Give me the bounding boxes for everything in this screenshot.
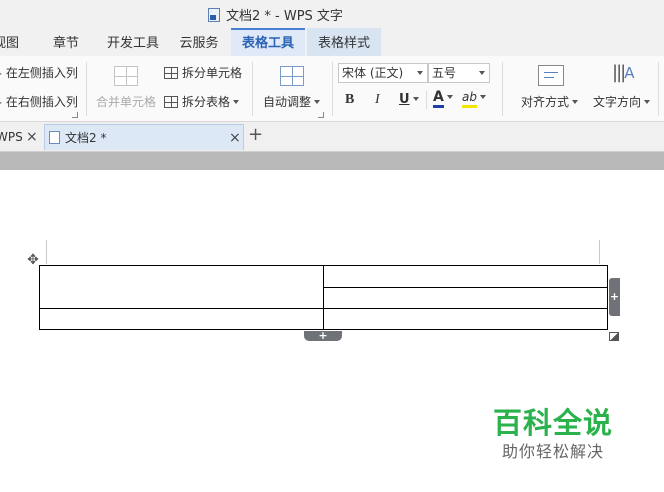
highlight-button[interactable]: ab: [462, 90, 486, 108]
separator: [502, 62, 503, 116]
tab-developer-tools[interactable]: 开发工具: [104, 28, 162, 56]
insert-left-column-label: 在左侧插入列: [5, 66, 78, 80]
chevron-down-icon: [479, 95, 486, 99]
insert-column-icon: ▸: [0, 66, 2, 80]
separator: [658, 62, 659, 116]
underline-glyph: U: [399, 92, 410, 107]
text-direction-glyph: A: [624, 64, 635, 82]
ruler-area: [0, 152, 664, 170]
bold-button[interactable]: B: [345, 92, 354, 108]
highlight-icon: ab: [462, 90, 477, 108]
close-icon[interactable]: ×: [26, 124, 38, 150]
document-tab-bar: WPS × 文档2 * × +: [0, 122, 664, 152]
separator: [332, 62, 333, 116]
new-tab-button[interactable]: +: [248, 122, 264, 148]
text-direction-icon: |||A: [612, 62, 635, 83]
close-icon[interactable]: ×: [229, 125, 241, 151]
italic-button[interactable]: I: [375, 92, 380, 108]
merge-cells-icon: [114, 66, 138, 86]
align-label: 对齐方式: [521, 95, 570, 109]
font-name-value: 宋体 (正文): [342, 66, 404, 80]
table-split-divider: [323, 287, 608, 288]
split-cells-icon: [164, 67, 178, 79]
chevron-down-icon: [479, 71, 485, 75]
split-cells-label: 拆分单元格: [182, 66, 243, 80]
tab-cloud-service[interactable]: 云服务: [176, 28, 222, 56]
watermark-title: 百科全说: [493, 406, 614, 440]
separator: [86, 62, 87, 116]
font-size-value: 五号: [432, 66, 457, 80]
font-size-select[interactable]: 五号: [428, 63, 490, 83]
document-tab-active[interactable]: 文档2 * ×: [44, 124, 244, 150]
underline-button[interactable]: U: [399, 92, 419, 107]
insert-column-icon: ▸: [0, 95, 2, 109]
table-border-right: [607, 265, 608, 330]
align-icon: [538, 65, 564, 86]
menu-bar: 视图 章节 开发工具 云服务 表格工具 表格样式: [0, 28, 664, 56]
insert-left-column-button[interactable]: ▸ 在左侧插入列: [0, 64, 78, 81]
text-direction-label: 文字方向: [593, 95, 642, 109]
chevron-down-icon: [417, 71, 423, 75]
tab-table-tools[interactable]: 表格工具: [231, 28, 305, 56]
tab-table-style[interactable]: 表格样式: [307, 28, 381, 56]
split-cells-button[interactable]: 拆分单元格: [164, 64, 242, 81]
auto-fit-label: 自动调整: [263, 95, 312, 109]
title-bar: 文档2 * - WPS 文字: [0, 0, 664, 28]
table-column-divider: [323, 265, 324, 330]
table-border-left: [39, 265, 40, 330]
merge-cells-button[interactable]: 合并单元格: [96, 93, 156, 110]
font-color-button[interactable]: A: [433, 90, 453, 108]
document-icon: [208, 8, 220, 22]
separator: [252, 62, 253, 116]
insert-right-column-label: 在右侧插入列: [5, 95, 78, 109]
font-name-select[interactable]: 宋体 (正文): [338, 63, 428, 83]
dialog-launcher-icon[interactable]: [72, 112, 78, 118]
auto-fit-button[interactable]: 自动调整: [263, 93, 321, 110]
text-direction-button[interactable]: 文字方向: [593, 93, 651, 110]
margin-guide: [599, 240, 600, 264]
chevron-down-icon: [446, 95, 453, 99]
tab-chapter[interactable]: 章节: [48, 28, 84, 56]
align-button[interactable]: 对齐方式: [521, 93, 579, 110]
ribbon: ▸ 在左侧插入列 ▸ 在右侧插入列 合并单元格 拆分单元格 拆分表格 自动调整 …: [0, 56, 664, 122]
document-tab-wps[interactable]: WPS ×: [0, 124, 42, 150]
add-row-button[interactable]: +: [304, 330, 342, 341]
split-table-icon: [164, 96, 178, 108]
add-column-button[interactable]: +: [609, 278, 620, 316]
window-title-text: 文档2 * - WPS 文字: [226, 9, 343, 24]
font-color-icon: A: [433, 90, 444, 108]
margin-guide: [46, 240, 47, 264]
document-tab-label: WPS: [0, 130, 23, 144]
chevron-down-icon: [233, 100, 240, 104]
chevron-down-icon: [314, 100, 321, 104]
table-move-handle-icon[interactable]: ✥: [25, 252, 41, 268]
document-icon: [49, 131, 60, 144]
chevron-down-icon: [644, 100, 651, 104]
split-table-label: 拆分表格: [182, 95, 231, 109]
chevron-down-icon: [572, 100, 579, 104]
table-resize-handle[interactable]: [609, 332, 619, 341]
watermark-subtitle: 助你轻松解决: [502, 442, 605, 461]
separator: [426, 91, 427, 109]
auto-fit-icon: [280, 66, 304, 86]
split-table-button[interactable]: 拆分表格: [164, 93, 240, 110]
dialog-launcher-icon[interactable]: [318, 112, 324, 118]
chevron-down-icon: [412, 97, 419, 101]
document-tab-label: 文档2 *: [65, 131, 107, 145]
tab-view[interactable]: 视图: [0, 28, 20, 56]
insert-right-column-button[interactable]: ▸ 在右侧插入列: [0, 93, 78, 110]
window-title: 文档2 * - WPS 文字: [208, 5, 343, 24]
